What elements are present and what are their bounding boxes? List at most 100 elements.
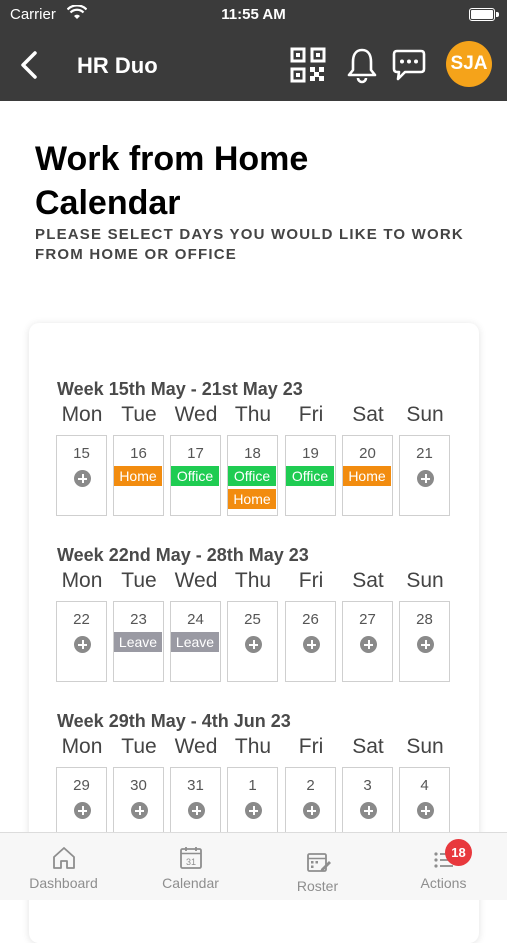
back-chevron-icon[interactable] [18, 50, 40, 80]
add-plus-icon[interactable] [188, 802, 205, 819]
day-number: 15 [73, 445, 90, 462]
bell-icon[interactable] [345, 46, 379, 84]
day-cell[interactable]: 19 Office [285, 435, 336, 516]
add-plus-icon[interactable] [303, 802, 320, 819]
add-plus-icon[interactable] [74, 802, 91, 819]
leave-tag[interactable]: Leave [171, 632, 219, 652]
day-name-label: Thu [234, 569, 272, 592]
nav-bar: HR Duo SJA [0, 30, 507, 101]
day-name-label: Fri [298, 735, 324, 758]
add-plus-icon[interactable] [417, 802, 434, 819]
home-tag[interactable]: Home [343, 466, 391, 486]
day-cell[interactable]: 22 [56, 601, 107, 682]
week-title: Week 22nd May - 28th May 23 [57, 545, 309, 565]
day-name-label: Sun [406, 735, 444, 758]
day-number: 19 [302, 445, 319, 462]
day-number: 1 [248, 777, 257, 794]
home-icon [52, 847, 75, 869]
tab-roster[interactable]: Roster [254, 833, 381, 901]
tab-actions[interactable]: Actions [380, 833, 507, 901]
day-number: 24 [187, 611, 204, 628]
avatar[interactable]: SJA [446, 41, 492, 87]
leave-tag[interactable]: Leave [114, 632, 162, 652]
add-plus-icon[interactable] [303, 636, 320, 653]
day-name-label: Mon [61, 735, 103, 758]
day-number: 27 [359, 611, 376, 628]
add-plus-icon[interactable] [245, 636, 262, 653]
day-name-label: Fri [298, 403, 324, 426]
add-plus-icon[interactable] [245, 802, 262, 819]
day-cell[interactable]: 15 [56, 435, 107, 516]
office-tag[interactable]: Office [171, 466, 219, 486]
roster-icon [306, 853, 331, 872]
day-cell[interactable]: 24 Leave [170, 601, 221, 682]
day-name-label: Wed [174, 569, 218, 592]
office-tag[interactable]: Office [286, 466, 334, 486]
day-cell[interactable]: 23 Leave [113, 601, 164, 682]
day-cell[interactable]: 26 [285, 601, 336, 682]
day-cell[interactable]: 20 Home [342, 435, 393, 516]
day-cell[interactable]: 21 [399, 435, 450, 516]
tab-calendar[interactable]: 31 Calendar [127, 833, 254, 901]
home-tag[interactable]: Home [228, 489, 276, 509]
week-title: Week 29th May - 4th Jun 23 [57, 711, 291, 731]
add-plus-icon[interactable] [417, 470, 434, 487]
day-cell[interactable]: 18 Office Home [227, 435, 278, 516]
tab-roster-label: Roster [296, 878, 339, 894]
add-plus-icon[interactable] [74, 636, 91, 653]
tab-calendar-label: Calendar [162, 875, 219, 891]
day-number: 26 [302, 611, 319, 628]
tab-bar: Dashboard 31 Calendar Roster Actions 18 [0, 832, 507, 900]
day-name-label: Thu [234, 735, 272, 758]
add-plus-icon[interactable] [360, 802, 377, 819]
day-name-label: Sat [352, 569, 384, 592]
day-name-label: Sat [352, 403, 384, 426]
add-plus-icon[interactable] [417, 636, 434, 653]
day-name-label: Tue [121, 569, 157, 592]
add-plus-icon[interactable] [360, 636, 377, 653]
day-number: 29 [73, 777, 90, 794]
tab-actions-label: Actions [420, 875, 467, 891]
battery-tip [496, 12, 499, 17]
day-cell[interactable]: 27 [342, 601, 393, 682]
day-number: 2 [306, 777, 315, 794]
calendar-icon: 31 [179, 847, 202, 869]
tab-dashboard-label: Dashboard [29, 875, 98, 891]
clock: 11:55 AM [221, 6, 286, 23]
office-tag[interactable]: Office [228, 466, 276, 486]
day-name-label: Fri [298, 569, 324, 592]
battery-icon [469, 8, 495, 21]
actions-count-badge: 18 [445, 839, 472, 866]
tab-dashboard[interactable]: Dashboard [0, 833, 127, 901]
day-name-label: Tue [121, 735, 157, 758]
day-name-label: Wed [174, 403, 218, 426]
day-number: 18 [244, 445, 261, 462]
add-plus-icon[interactable] [74, 470, 91, 487]
chat-icon[interactable] [391, 48, 427, 82]
day-name-label: Sun [406, 403, 444, 426]
add-plus-icon[interactable] [131, 802, 148, 819]
day-name-label: Mon [61, 403, 103, 426]
day-cell[interactable]: 25 [227, 601, 278, 682]
day-number: 3 [363, 777, 372, 794]
home-tag[interactable]: Home [114, 466, 162, 486]
page-subtitle: PLEASE SELECT DAYS YOU WOULD LIKE TO WOR… [35, 226, 464, 263]
day-number: 23 [130, 611, 147, 628]
day-cell[interactable]: 16 Home [113, 435, 164, 516]
day-cell[interactable]: 17 Office [170, 435, 221, 516]
day-name-label: Sun [406, 569, 444, 592]
day-number: 4 [420, 777, 429, 794]
day-number: 22 [73, 611, 90, 628]
day-number: 31 [187, 777, 204, 794]
day-name-label: Sat [352, 735, 384, 758]
day-number: 25 [244, 611, 261, 628]
qr-code-icon[interactable] [290, 47, 326, 83]
day-cell[interactable]: 28 [399, 601, 450, 682]
day-name-label: Mon [61, 569, 103, 592]
app-title: HR Duo [77, 53, 158, 78]
week-title: Week 15th May - 21st May 23 [57, 379, 303, 399]
day-number: 21 [416, 445, 433, 462]
status-bar: Carrier 11:55 AM [0, 0, 507, 30]
day-name-label: Wed [174, 735, 218, 758]
calendar-icon-text: 31 [185, 857, 195, 867]
